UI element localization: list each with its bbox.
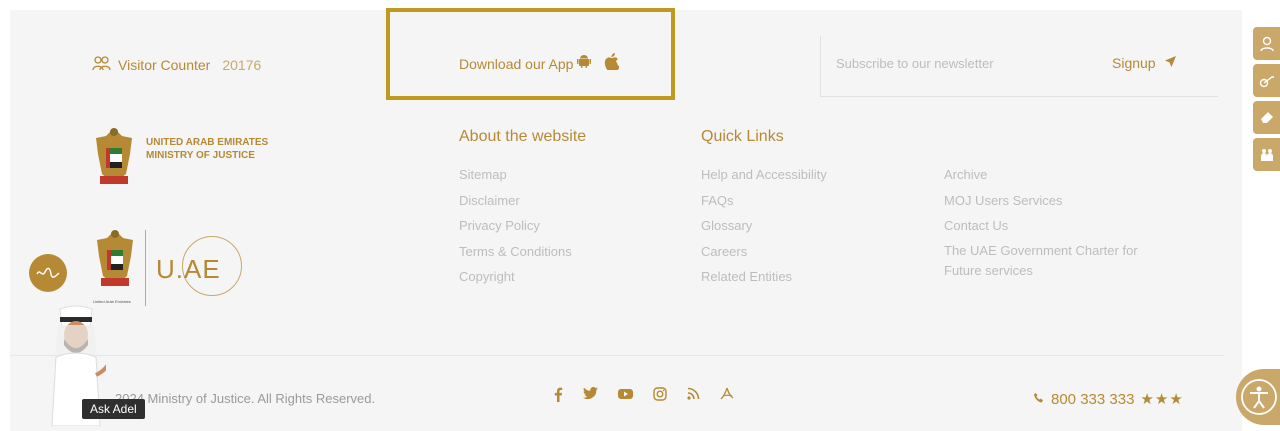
uae-mark-text: U.AE <box>156 254 221 284</box>
signup-button[interactable]: Signup <box>1112 55 1177 71</box>
eraser-button[interactable] <box>1253 101 1280 134</box>
accessibility-button[interactable] <box>1236 369 1280 425</box>
visitor-count: 20176 <box>222 56 262 73</box>
link-moj-users-services[interactable]: MOJ Users Services <box>944 188 1174 214</box>
phone-number: 800 333 333 <box>1051 390 1135 408</box>
link-glossary[interactable]: Glossary <box>701 213 827 239</box>
link-terms[interactable]: Terms & Conditions <box>459 239 586 265</box>
uae-logo-divider <box>145 230 146 306</box>
visitor-counter: Visitor Counter 20176 <box>92 55 261 74</box>
newsletter-underline <box>820 96 1218 97</box>
link-sitemap[interactable]: Sitemap <box>459 162 586 188</box>
quick-links-column: Quick Links Help and Accessibility FAQs … <box>701 128 827 290</box>
twitter-icon[interactable] <box>583 387 598 406</box>
user-login-button[interactable] <box>1253 27 1280 60</box>
copyright-text: 2024 Ministry of Justice. All Rights Res… <box>115 391 376 406</box>
link-copyright[interactable]: Copyright <box>459 264 586 290</box>
send-icon <box>1164 55 1177 71</box>
feedback-icon <box>1259 75 1274 87</box>
link-help-accessibility[interactable]: Help and Accessibility <box>701 162 827 188</box>
link-related-entities[interactable]: Related Entities <box>701 264 827 290</box>
facebook-icon[interactable] <box>553 387 563 406</box>
pdf-icon[interactable] <box>720 387 734 406</box>
moj-logo-text: UNITED ARAB EMIRATES MINISTRY OF JUSTICE <box>146 136 268 188</box>
side-toolbar <box>1253 27 1280 171</box>
uae-logo[interactable]: United Arab Emirates U.AE <box>93 226 242 306</box>
quick-links-title: Quick Links <box>701 128 784 145</box>
about-column: About the website Sitemap Disclaimer Pri… <box>459 128 586 290</box>
youtube-icon[interactable] <box>618 387 633 406</box>
link-faqs[interactable]: FAQs <box>701 188 827 214</box>
accessibility-icon <box>1241 379 1277 415</box>
phone-icon <box>1033 391 1045 408</box>
user-icon <box>1259 36 1274 51</box>
eraser-icon <box>1260 111 1273 123</box>
link-privacy-policy[interactable]: Privacy Policy <box>459 213 586 239</box>
visitor-counter-label: Visitor Counter <box>118 56 211 73</box>
about-title: About the website <box>459 128 587 145</box>
moj-logo[interactable]: UNITED ARAB EMIRATES MINISTRY OF JUSTICE <box>92 124 268 188</box>
link-careers[interactable]: Careers <box>701 239 827 265</box>
android-icon[interactable] <box>576 53 592 75</box>
moj-line-1: UNITED ARAB EMIRATES <box>146 137 269 148</box>
app-store-icons <box>576 53 620 75</box>
link-disclaimer[interactable]: Disclaimer <box>459 188 586 214</box>
newsletter-divider <box>820 36 821 96</box>
signature-icon <box>36 267 60 278</box>
users-icon <box>92 55 112 74</box>
newsletter-input[interactable]: Subscribe to our newsletter <box>836 56 994 71</box>
moj-line-2: MINISTRY OF JUSTICE <box>146 150 255 161</box>
link-contact-us[interactable]: Contact Us <box>944 213 1174 239</box>
people-icon <box>1260 148 1273 161</box>
ask-adel-label[interactable]: Ask Adel <box>82 399 145 419</box>
uae-emblem-icon <box>96 128 132 184</box>
uae-brand-mark: U.AE <box>152 236 242 300</box>
phone-contact[interactable]: 800 333 333 ★★★ <box>1033 390 1184 408</box>
instagram-icon[interactable] <box>653 387 667 406</box>
chatbot-button[interactable] <box>29 254 67 292</box>
download-app-label: Download our App <box>459 56 574 72</box>
rating-stars[interactable]: ★★★ <box>1140 390 1183 408</box>
apple-icon[interactable] <box>604 53 620 75</box>
uae-emblem-block: United Arab Emirates <box>93 226 137 304</box>
uae-emblem-icon <box>97 230 133 286</box>
uae-small-text: United Arab Emirates <box>93 299 131 304</box>
quick-links-column-2: Archive MOJ Users Services Contact Us Th… <box>944 162 1174 281</box>
social-links <box>553 387 734 406</box>
download-app-highlight <box>386 8 675 100</box>
sign-language-button[interactable] <box>1253 138 1280 171</box>
rss-icon[interactable] <box>687 387 700 406</box>
signup-label: Signup <box>1112 55 1156 71</box>
happiness-meter-button[interactable] <box>1253 64 1280 97</box>
link-government-charter[interactable]: The UAE Government Charter for Future se… <box>944 241 1174 281</box>
link-archive[interactable]: Archive <box>944 162 1174 188</box>
bottom-divider <box>10 355 1224 356</box>
